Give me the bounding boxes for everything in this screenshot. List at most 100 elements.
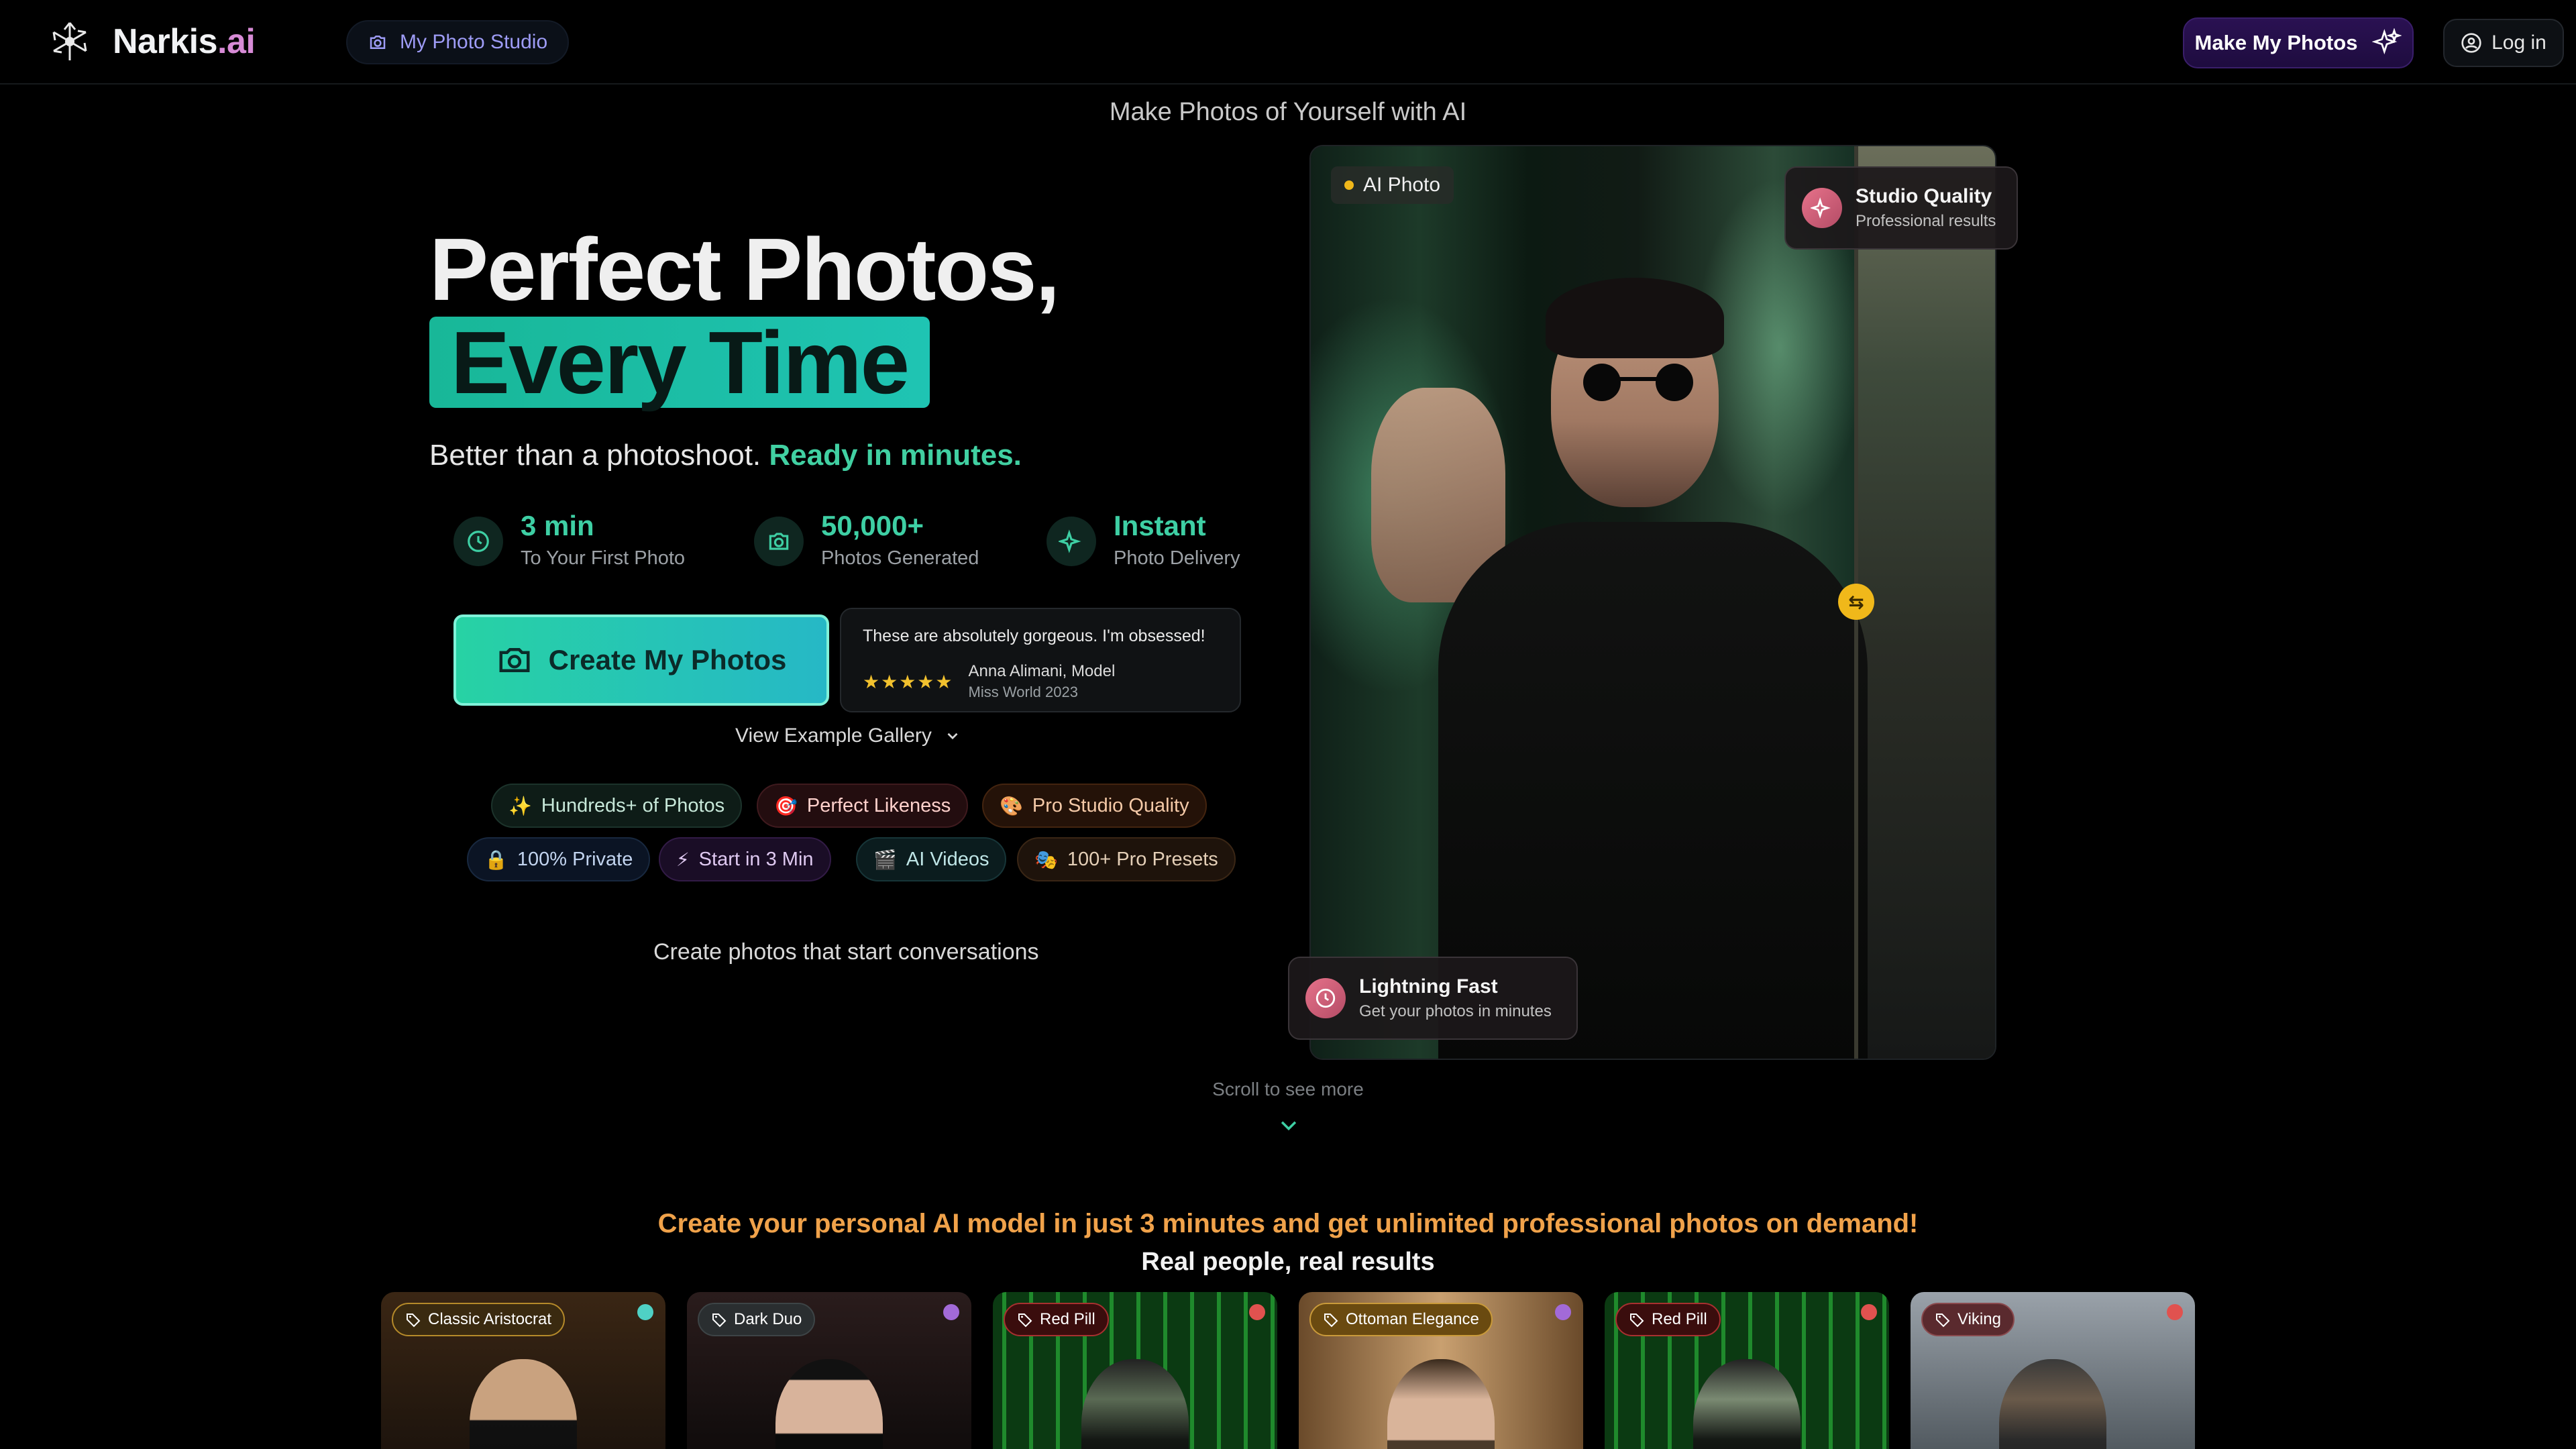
sunglasses	[1583, 364, 1693, 401]
card-tag-label: Viking	[1957, 1310, 2001, 1328]
feature-chip: ⚡ Start in 3 Min	[659, 837, 831, 881]
card-tag-label: Dark Duo	[734, 1310, 802, 1328]
studio-quality-card: Studio Quality Professional results	[1784, 166, 2018, 250]
sparkles-icon	[1802, 188, 1842, 228]
compare-slider-handle[interactable]: ⇆	[1838, 584, 1874, 620]
stat-label: Photos Generated	[821, 547, 979, 569]
lightning-fast-sub: Get your photos in minutes	[1359, 1002, 1552, 1020]
card-tag: Red Pill	[1004, 1303, 1109, 1336]
my-photo-studio-link[interactable]: My Photo Studio	[346, 20, 570, 64]
card-tag-label: Red Pill	[1040, 1310, 1095, 1328]
tag-icon	[1936, 1313, 1950, 1328]
clapper-emoji-icon: 🎬	[873, 849, 897, 870]
lock-emoji-icon: 🔒	[484, 849, 508, 870]
create-my-photos-button[interactable]: Create My Photos	[453, 614, 829, 706]
palette-emoji-icon: 🎨	[1000, 795, 1023, 816]
example-card[interactable]: Dark Duo	[687, 1292, 971, 1449]
card-photo	[775, 1359, 883, 1449]
clock-icon	[453, 517, 503, 566]
card-tag: Red Pill	[1615, 1303, 1721, 1336]
card-tag: Viking	[1921, 1303, 2015, 1336]
target-emoji-icon: 🎯	[774, 795, 798, 816]
hero-tagline: Better than a photoshoot. Ready in minut…	[429, 439, 1022, 472]
example-card[interactable]: Viking	[1911, 1292, 2195, 1449]
card-photo	[470, 1359, 577, 1449]
feature-chip: 🎨 Pro Studio Quality	[982, 784, 1207, 828]
chevron-down-icon[interactable]	[1277, 1114, 1300, 1136]
feature-chip: 🔒 100% Private	[467, 837, 651, 881]
stat-label: To Your First Photo	[521, 547, 686, 569]
chip-label: Start in 3 Min	[698, 848, 814, 870]
card-photo	[1081, 1359, 1189, 1449]
testimonial-card: These are absolutely gorgeous. I'm obses…	[840, 608, 1241, 712]
card-status-dot	[943, 1304, 959, 1320]
chip-label: Perfect Likeness	[806, 794, 951, 816]
hero-subhead: Make Photos of Yourself with AI	[1109, 98, 1467, 126]
studio-quality-sub: Professional results	[1856, 212, 1996, 230]
example-card[interactable]: Classic Aristocrat	[381, 1292, 665, 1449]
chip-label: AI Videos	[906, 848, 989, 870]
ai-photo-tag: AI Photo	[1331, 166, 1454, 204]
example-card[interactable]: Red Pill	[1605, 1292, 1889, 1449]
card-status-dot	[1555, 1304, 1571, 1320]
view-example-gallery-link[interactable]: View Example Gallery	[735, 724, 961, 747]
camera-icon	[754, 517, 804, 566]
tag-icon	[1630, 1313, 1644, 1328]
stat-instant-delivery: Instant Photo Delivery	[1046, 510, 1240, 570]
card-tag-label: Red Pill	[1652, 1310, 1707, 1328]
tag-icon	[712, 1313, 727, 1328]
lightning-fast-title: Lightning Fast	[1359, 975, 1498, 998]
studio-quality-title: Studio Quality	[1856, 185, 1992, 207]
card-photo	[1693, 1359, 1801, 1449]
my-photo-studio-label: My Photo Studio	[400, 31, 548, 53]
card-status-dot	[637, 1304, 653, 1320]
hero-title-highlight: Every Time	[451, 313, 910, 412]
tag-icon	[407, 1313, 421, 1328]
stat-photos-generated: 50,000+ Photos Generated	[754, 510, 979, 570]
make-my-photos-label: Make My Photos	[2194, 31, 2358, 54]
masks-emoji-icon: 🎭	[1034, 849, 1058, 870]
card-tag: Ottoman Elegance	[1309, 1303, 1493, 1336]
user-circle-icon	[2461, 33, 2481, 53]
card-tag: Dark Duo	[698, 1303, 816, 1336]
card-status-dot	[1249, 1304, 1265, 1320]
person-hair	[1546, 278, 1724, 358]
make-my-photos-button[interactable]: Make My Photos	[2183, 17, 2414, 68]
stat-value: Instant	[1114, 510, 1206, 541]
stat-value: 50,000+	[821, 510, 924, 541]
clock-icon	[1305, 978, 1346, 1018]
brand-name: Narkis.ai	[113, 22, 256, 61]
showcase-subtitle: Real people, real results	[1141, 1248, 1435, 1276]
card-tag: Classic Aristocrat	[392, 1303, 566, 1336]
chevron-down-icon	[947, 733, 958, 740]
card-status-dot	[2167, 1304, 2183, 1320]
card-tag-label: Classic Aristocrat	[428, 1310, 552, 1328]
create-my-photos-label: Create My Photos	[548, 644, 787, 676]
card-status-dot	[1861, 1304, 1877, 1320]
example-card[interactable]: Red Pill	[993, 1292, 1277, 1449]
feature-chip: 🎬 AI Videos	[856, 837, 1007, 881]
brand-logo[interactable]: Narkis.ai	[46, 17, 256, 66]
testimonial-author: Anna Alimani, Model	[968, 662, 1116, 680]
lightning-fast-card: Lightning Fast Get your photos in minutes	[1288, 957, 1578, 1040]
sparkles-icon	[1046, 517, 1096, 566]
testimonial-title: Miss World 2023	[968, 684, 1078, 700]
conversations-text: Create photos that start conversations	[653, 939, 1039, 965]
stat-first-photo: 3 min To Your First Photo	[453, 510, 685, 570]
feature-chip: 🎭 100+ Pro Presets	[1017, 837, 1236, 881]
feature-chip: ✨ Hundreds+ of Photos	[491, 784, 743, 828]
logo-icon	[52, 22, 87, 60]
testimonial-quote: These are absolutely gorgeous. I'm obses…	[863, 627, 1205, 645]
sparkles-icon	[2372, 28, 2402, 55]
stat-value: 3 min	[521, 510, 594, 541]
chip-label: 100% Private	[517, 848, 633, 870]
hero-title-line2: Every Time	[429, 313, 930, 412]
example-card[interactable]: Ottoman Elegance	[1299, 1292, 1583, 1449]
rating-stars: ★★★★★	[863, 671, 954, 692]
login-label: Log in	[2491, 32, 2546, 54]
login-button[interactable]: Log in	[2443, 19, 2564, 67]
ai-photo-label: AI Photo	[1363, 174, 1441, 196]
gallery-link-label: View Example Gallery	[735, 724, 932, 747]
before-after-photo[interactable]: ⇆ AI Photo	[1309, 145, 1996, 1060]
sparkles-emoji-icon: ✨	[508, 795, 532, 816]
